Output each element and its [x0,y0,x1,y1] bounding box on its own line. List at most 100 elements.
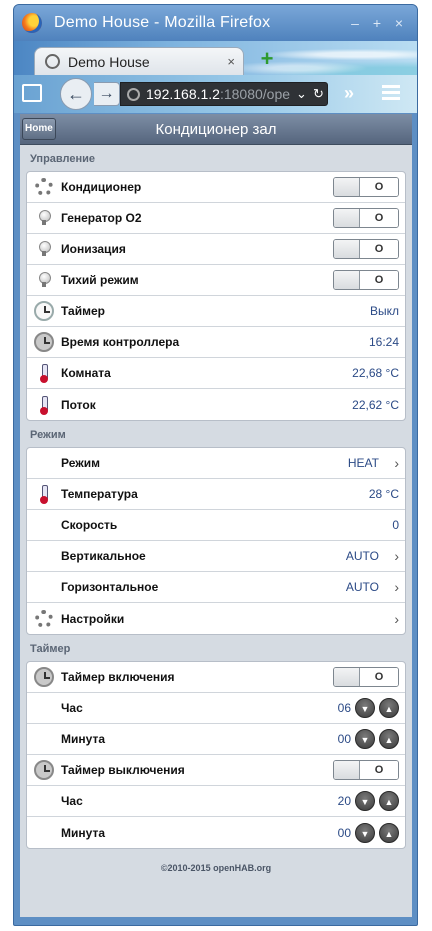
item-label: Комната [61,366,111,380]
increase-button[interactable]: ▲ [379,698,399,718]
item-value: 00 [337,825,351,840]
list-item[interactable]: Вертикальное AUTO › [27,541,405,572]
decrease-button[interactable]: ▼ [355,791,375,811]
list-item: Скорость 0 [27,510,405,541]
item-value: 06 [337,701,351,715]
url-actions: ⌄ ↻ [290,86,327,102]
browser-window: Demo House - Mozilla Firefox – + × Demo … [13,4,418,926]
setpoint-control: 20 ▼ ▲ [338,791,399,811]
decrease-button[interactable]: ▼ [355,822,375,843]
item-label: Тихий режим [61,273,139,287]
list-item: Кондиционер O [27,172,405,203]
page-content: Home Кондиционер зал Управление Кондицио… [20,114,412,917]
mode-group: Режим HEAT › Температура 28 °C Скорость … [26,447,406,635]
timer-group: Таймер включения O Час 06 ▼ ▲ Минута 00 … [26,661,406,849]
list-item: Минута 00 ▼ ▲ [27,817,405,848]
decrease-button[interactable]: ▼ [355,698,375,718]
footer-copyright: ©2010-2015 openHAB.org [160,863,272,873]
item-value: 22,68 °C [352,366,399,380]
tab-demo-house[interactable]: Demo House × [34,47,244,75]
back-button[interactable]: ← [60,78,92,110]
item-label: Ионизация [61,242,126,256]
item-label: Горизонтальное [61,580,159,594]
switch-toggle[interactable]: O [333,208,399,228]
item-label: Скорость [61,518,118,532]
clock-icon [34,301,54,321]
item-value: 22,62 °C [352,397,399,412]
url-bar[interactable]: 192.168.1.2:18080/ope ⌄ ↻ [120,82,328,106]
window-controls: – + × [345,13,409,33]
section-title-mode: Режим [30,429,66,441]
list-item: Минута 00 ▼ ▲ [27,724,405,755]
list-item[interactable]: Горизонтальное AUTO › [27,572,405,603]
setpoint-control: 00 ▼ ▲ [337,822,399,843]
list-item[interactable]: Настройки › [27,603,405,634]
list-item[interactable]: Режим HEAT › [27,448,405,479]
decrease-button[interactable]: ▼ [355,729,375,749]
bulb-icon [39,210,51,226]
control-group: Кондиционер O Генератор O2 O Ионизация O… [26,171,406,421]
item-label: Время контроллера [61,335,180,349]
tab-label: Demo House [68,53,150,70]
list-item: Час 06 ▼ ▲ [27,693,405,724]
section-title-timer: Таймер [30,643,71,655]
thermometer-icon [40,395,48,415]
setpoint-control: 00 ▼ ▲ [338,729,399,749]
window-title: Demo House - Mozilla Firefox [54,14,271,31]
item-value: Выкл [369,304,399,318]
url-dropdown-icon[interactable]: ⌄ [296,86,307,102]
url-host: 192.168.1.2 [146,86,220,102]
menu-icon[interactable] [382,85,400,103]
item-label: Кондиционер [61,180,142,194]
item-label: Настройки [61,611,125,626]
page-title: Кондиционер зал [155,120,277,138]
item-label: Генератор O2 [61,211,142,225]
gear-icon [35,609,53,628]
item-value: 20 [337,794,351,808]
overflow-button[interactable]: » [344,83,354,104]
item-label: Таймер выключения [61,763,185,777]
bulb-icon [39,241,51,257]
list-item: Час 20 ▼ ▲ [27,786,405,817]
switch-toggle[interactable]: O [333,239,399,259]
sidebar-toggle-icon[interactable] [22,84,42,102]
chevron-right-icon: › [394,579,399,595]
list-item: Генератор O2 O [27,203,405,234]
item-value: 28 °C [368,487,399,501]
new-tab-button[interactable]: + [256,48,278,71]
globe-icon [45,54,60,69]
item-value: 00 [337,732,351,746]
chevron-right-icon: › [394,610,399,627]
item-label: Минута [61,732,105,746]
tab-close-icon[interactable]: × [227,54,235,69]
item-label: Температура [61,487,138,501]
switch-toggle[interactable]: O [333,177,399,197]
forward-button[interactable]: → [94,82,120,106]
item-label: Таймер включения [61,670,175,684]
list-item: Тихий режим O [27,265,405,296]
switch-toggle[interactable]: O [333,667,399,687]
chevron-right-icon: › [394,548,399,564]
list-item: Таймер Выкл [27,296,405,327]
increase-button[interactable]: ▲ [379,791,399,811]
close-window-button[interactable]: × [389,13,409,33]
section-title-control: Управление [30,153,96,165]
item-value: 16:24 [368,335,399,349]
item-label: Вертикальное [61,549,146,563]
increase-button[interactable]: ▲ [379,729,399,749]
item-label: Таймер [61,304,105,318]
maximize-button[interactable]: + [367,13,387,33]
gear-icon [35,178,53,196]
switch-toggle[interactable]: O [333,760,399,780]
reload-icon[interactable]: ↻ [313,86,324,102]
list-item: Поток 22,62 °C [27,389,405,420]
home-button[interactable]: Home [22,118,56,140]
bulb-icon [39,272,51,288]
site-identity-icon[interactable] [127,87,140,101]
clock-icon [34,760,54,780]
minimize-button[interactable]: – [345,13,365,33]
switch-toggle[interactable]: O [333,270,399,290]
thermometer-icon [40,364,48,383]
increase-button[interactable]: ▲ [379,822,399,843]
item-label: Минута [61,825,105,840]
